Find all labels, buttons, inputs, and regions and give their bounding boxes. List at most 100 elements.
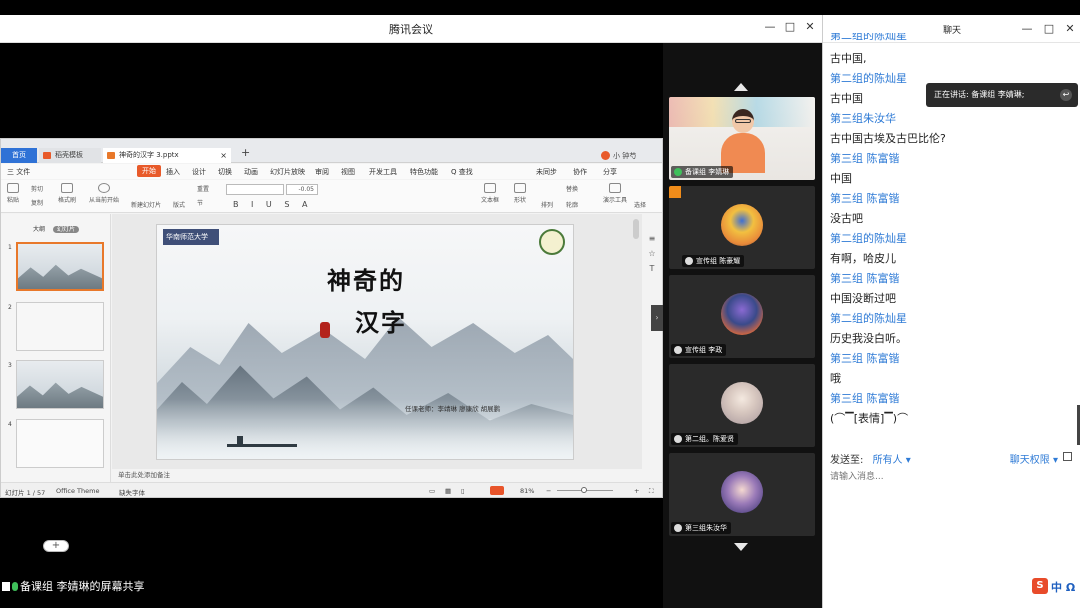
menu-developer[interactable]: 开发工具 [369,167,397,177]
wps-presentation-window: 首页 稻壳模板 神奇的汉字 3.pptx × + 小 钟芍 三 文件 开始 插入… [0,138,663,552]
menu-review[interactable]: 审阅 [315,167,329,177]
format-painter-button[interactable]: 格式刷 [57,183,77,204]
expand-icon[interactable] [1063,452,1072,461]
input-method-bar[interactable]: S 中 Ω [1028,577,1080,595]
copy-button[interactable]: 复制 [31,198,43,207]
scroll-up-arrow-icon[interactable] [734,83,748,91]
chat-message-text: 中国没断过吧 [830,292,896,305]
collab-button[interactable]: 协作 [573,167,587,177]
scroll-down-arrow-icon[interactable] [734,543,748,551]
side-tabs: 大纲 幻灯片 [33,224,85,233]
cut-button[interactable]: 剪切 [31,184,43,193]
select-button[interactable]: 选择 [634,200,646,209]
menu-home[interactable]: 开始 [137,165,161,177]
text-icon[interactable]: T [645,264,659,273]
home-tab[interactable]: 首页 [1,148,37,163]
doc-tab-pptx[interactable]: 神奇的汉字 3.pptx × [103,148,231,163]
view-normal-icon[interactable]: ▭ [429,487,435,495]
close-button[interactable]: ✕ [803,20,817,33]
participant-tile-5[interactable]: 第三组朱汝华 [669,453,815,536]
participant-tile-4[interactable]: 第二组。陈爱贤 [669,364,815,447]
chat-input[interactable] [830,469,1074,485]
shapes-button[interactable]: 形状 [510,183,530,204]
font-family-select[interactable] [226,184,284,195]
replace-button[interactable]: 替换 [566,184,578,193]
menu-design[interactable]: 设计 [192,167,206,177]
chat-message-text: 有啊，哈皮儿 [830,252,896,265]
present-tools-button[interactable]: 演示工具 [601,183,629,204]
fit-icon[interactable]: ⛶ [649,487,654,496]
doc-tab-label: 神奇的汉字 3.pptx [119,151,179,159]
ime-mode: 中 Ω [1051,581,1076,594]
share-button[interactable]: 分享 [603,167,617,177]
menu-view[interactable]: 视图 [341,167,355,177]
slide-thumbnail-1[interactable] [16,242,104,291]
play-slideshow-button[interactable] [490,486,504,495]
new-tab-button[interactable]: + [241,146,250,159]
add-slide-button[interactable]: + [43,540,69,552]
user-name[interactable]: 小 钟芍 [613,151,636,161]
participant-video-1[interactable]: 备课组 李婧琳 [669,97,815,180]
ppt-file-icon [107,152,115,159]
chat-maximize-button[interactable]: □ [1042,22,1056,35]
close-tab-icon[interactable]: × [220,148,227,163]
chat-permission-button[interactable]: 聊天权限 ▾ [1010,451,1058,466]
user-avatar[interactable] [601,151,610,160]
properties-icon[interactable]: ≡ [645,234,659,243]
reset-button[interactable]: 重置 [197,184,209,193]
mic-on-icon [12,582,18,591]
slide-thumbnail-4[interactable] [16,419,104,468]
mic-off-icon [674,435,682,443]
section-button[interactable]: 节 [197,198,203,207]
zoom-out-icon[interactable]: − [546,487,551,495]
font-size-select[interactable]: -0.05 [286,184,318,195]
participant-label: 宣传组 李政 [671,344,727,356]
participant-tile-3[interactable]: 宣传组 李政 [669,275,815,358]
tab-outline[interactable]: 大纲 [33,226,45,233]
send-to-select[interactable]: 所有人 ▾ [873,455,911,466]
chat-minimize-button[interactable]: — [1020,22,1034,35]
minimize-button[interactable]: — [763,20,777,33]
collapse-panel-button[interactable]: › [651,305,663,331]
canvas-scrollbar[interactable] [633,219,639,239]
chat-spacer [830,37,1070,49]
tab-slides[interactable]: 幻灯片 [52,226,79,233]
menu-slideshow[interactable]: 幻灯片放映 [270,167,305,177]
outline-button[interactable]: 轮廓 [566,200,578,209]
missing-font[interactable]: 缺失字体 [119,487,145,497]
menu-animation[interactable]: 动画 [244,167,258,177]
arrange-button[interactable]: 排列 [541,200,553,209]
slide-thumbnail-2[interactable] [16,302,104,351]
return-icon[interactable]: ↩ [1060,89,1072,101]
zoom-in-icon[interactable]: + [634,487,639,495]
font-style-buttons[interactable]: B I U S A [233,200,312,209]
new-slide-button[interactable]: 新建幻灯片 [131,200,161,209]
glasses [735,119,751,123]
paste-button[interactable]: 粘贴 [5,183,21,204]
layout-button[interactable]: 版式 [173,200,185,209]
slide-thumbnail-3[interactable] [16,360,104,409]
sync-status[interactable]: 未同步 [536,167,557,177]
doc-tab-template[interactable]: 稻壳模板 [39,148,101,163]
menu-transition[interactable]: 切换 [218,167,232,177]
menu-search[interactable]: Q 查找 [451,167,473,177]
maximize-button[interactable]: □ [783,20,797,33]
textbox-button[interactable]: 文本框 [479,183,501,204]
menu-insert[interactable]: 插入 [166,167,180,177]
play-from-current-button[interactable]: 从当前开始 [87,183,121,204]
star-icon[interactable]: ☆ [645,249,659,258]
view-sorter-icon[interactable]: ▦ [445,487,451,495]
zoom-level[interactable]: 81% [520,487,534,495]
zoom-slider-handle[interactable] [581,487,587,493]
menu-file[interactable]: 三 文件 [7,167,30,177]
menu-features[interactable]: 特色功能 [410,167,438,177]
reset-label: 重置 [197,186,210,193]
mic-off-icon [674,524,682,532]
view-reading-icon[interactable]: ▯ [461,487,465,495]
from-current-label: 从当前开始 [88,197,119,204]
participant-tile-2[interactable]: 宣传组 陈豪耀 [669,186,815,269]
current-slide[interactable]: 华南师范大学 神奇的 汉字 任课老师：李靖琳 廖康欣 胡展鹏 [156,224,574,460]
chat-close-button[interactable]: ✕ [1063,22,1077,35]
avatar [721,293,763,335]
notes-area[interactable]: 单击此处添加备注 [112,469,642,481]
